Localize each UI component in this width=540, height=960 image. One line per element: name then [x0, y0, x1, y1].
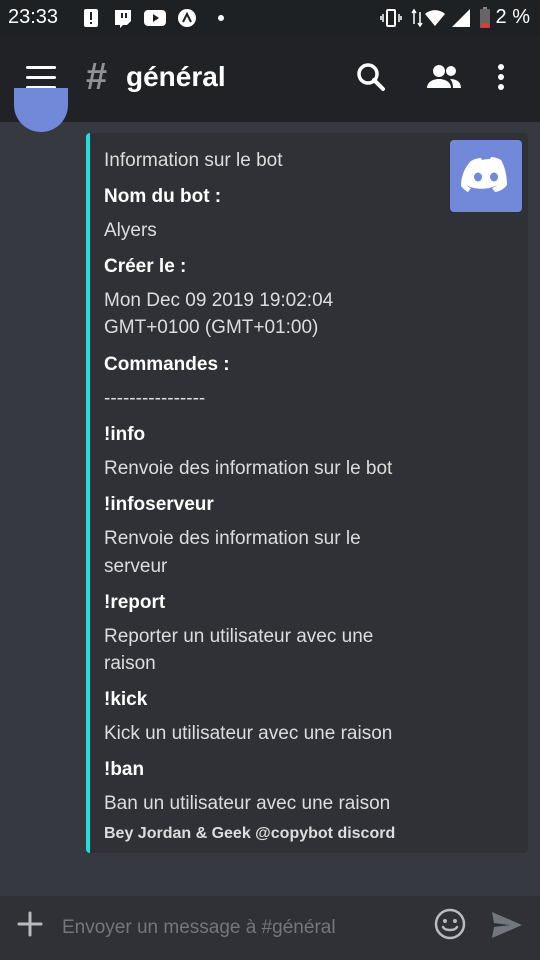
app-icon — [176, 7, 198, 29]
signal-icon — [450, 7, 472, 29]
created-value-line2: GMT+0100 (GMT+01:00) — [104, 317, 319, 338]
command-desc-info: Renvoie des information sur le bot — [104, 458, 393, 479]
command-desc-infoserveur-line1: Renvoie des information sur le — [104, 528, 361, 549]
separator-text: ---------------- — [104, 388, 206, 409]
wifi-icon — [424, 7, 446, 29]
command-name-infoserveur: !infoserveur — [104, 494, 214, 515]
dot-icon — [210, 7, 232, 29]
command-desc-kick: Kick un utilisateur avec une raison — [104, 723, 393, 744]
plus-icon[interactable] — [16, 910, 44, 938]
command-name-ban: !ban — [104, 759, 145, 780]
command-desc-infoserveur-line2: serveur — [104, 556, 168, 577]
command-desc-ban: Ban un utilisateur avec une raison — [104, 793, 391, 814]
message-composer — [0, 896, 540, 960]
message-input[interactable] — [60, 910, 414, 946]
status-bar: 23:33 2 % — [0, 0, 540, 36]
command-desc-report-line2: raison — [104, 653, 156, 674]
command-name-kick: !kick — [104, 689, 148, 710]
created-label: Créer le : — [104, 256, 187, 277]
twitch-icon — [112, 7, 134, 29]
discord-logo-icon — [450, 140, 522, 212]
created-value-line1: Mon Dec 09 2019 19:02:04 — [104, 290, 334, 311]
vibrate-icon — [380, 7, 402, 29]
send-icon[interactable] — [490, 910, 526, 940]
more-vert-icon[interactable] — [494, 62, 528, 96]
menu-icon[interactable] — [26, 66, 58, 90]
command-name-info: !info — [104, 424, 146, 445]
bot-name-value: Alyers — [104, 220, 157, 241]
embed-footer: Bey Jordan & Geek @copybot discord — [104, 825, 396, 842]
status-time: 23:33 — [8, 6, 59, 28]
app-bar: # général — [0, 36, 540, 122]
alert-icon — [80, 7, 102, 29]
bot-name-label: Nom du bot : — [104, 186, 222, 207]
avatar[interactable] — [14, 88, 68, 132]
commands-label: Commandes : — [104, 354, 230, 375]
search-icon[interactable] — [356, 62, 390, 96]
members-icon[interactable] — [426, 62, 461, 96]
command-desc-report-line1: Reporter un utilisateur avec une — [104, 626, 374, 647]
emoji-icon[interactable] — [434, 908, 466, 940]
channel-hash-icon: # — [86, 56, 108, 98]
channel-title: général — [126, 61, 226, 92]
battery-icon — [474, 7, 496, 29]
command-name-report: !report — [104, 592, 166, 613]
youtube-icon — [144, 7, 166, 29]
battery-percent: 2 % — [495, 6, 530, 28]
embed-title: Information sur le bot — [104, 150, 283, 171]
